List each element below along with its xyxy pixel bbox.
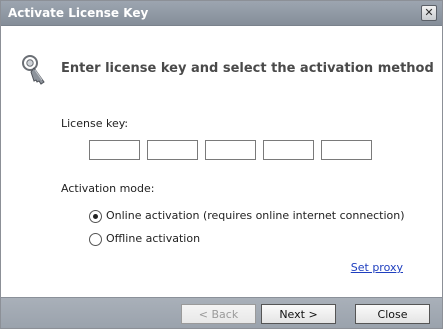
dialog-title: Activate License Key xyxy=(8,6,149,20)
key-icon xyxy=(22,55,45,85)
activate-license-dialog: Activate License Key ✕ Enter license key… xyxy=(0,0,443,329)
page-heading: Enter license key and select the activat… xyxy=(61,61,434,76)
close-window-button[interactable]: ✕ xyxy=(421,5,437,21)
offline-activation-radio[interactable] xyxy=(89,233,102,246)
license-key-field-4[interactable] xyxy=(263,140,314,160)
license-key-field-2[interactable] xyxy=(147,140,198,160)
back-button[interactable]: < Back xyxy=(181,304,256,324)
button-bar: < Back Next > Close xyxy=(1,297,442,328)
online-activation-label: Online activation (requires online inter… xyxy=(106,209,405,222)
license-key-field-3[interactable] xyxy=(205,140,256,160)
next-button[interactable]: Next > xyxy=(261,304,336,324)
license-key-label: License key: xyxy=(61,117,129,130)
offline-activation-label: Offline activation xyxy=(106,232,201,245)
close-icon: ✕ xyxy=(424,6,434,19)
activation-mode-label: Activation mode: xyxy=(61,182,155,195)
set-proxy-link[interactable]: Set proxy xyxy=(351,261,403,274)
license-key-field-1[interactable] xyxy=(89,140,140,160)
license-key-field-5[interactable] xyxy=(321,140,372,160)
online-activation-radio[interactable] xyxy=(89,210,102,223)
title-bar[interactable]: Activate License Key ✕ xyxy=(1,1,442,26)
close-button[interactable]: Close xyxy=(355,304,430,324)
